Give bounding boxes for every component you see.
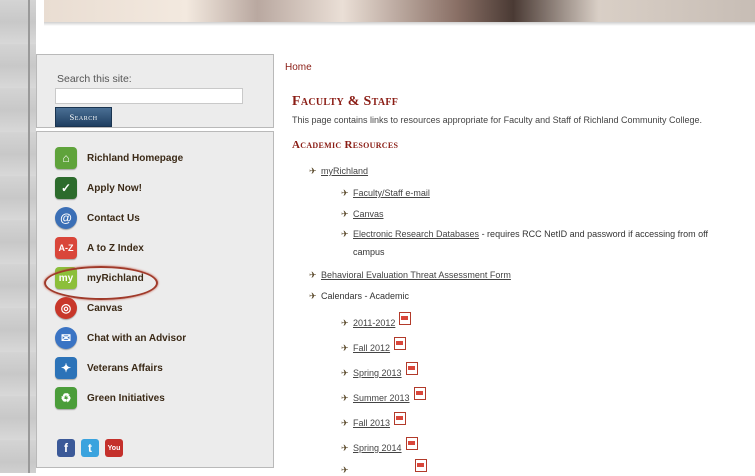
sidebar-item-richland-homepage[interactable]: ⌂ Richland Homepage (55, 146, 183, 170)
search-button[interactable]: Search (55, 107, 112, 127)
sidebar-item-green-initiatives[interactable]: ♻ Green Initiatives (55, 386, 165, 410)
link-calendar-summer-2013[interactable]: Summer 2013 (353, 393, 410, 403)
search-input[interactable] (55, 88, 243, 104)
list-item-partial: ✈ (341, 459, 427, 476)
bullet-icon: ✈ (341, 465, 349, 475)
bullet-icon: ✈ (309, 291, 317, 301)
list-item-canvas: ✈ Canvas (341, 209, 384, 220)
sidebar-item-label: Richland Homepage (87, 152, 184, 164)
bullet-icon: ✈ (341, 229, 349, 239)
banner-shadow (44, 22, 755, 26)
home-icon: ⌂ (55, 147, 77, 169)
bullet-icon: ✈ (341, 343, 349, 353)
at-sign-icon: @ (55, 207, 77, 229)
link-calendar-fall-2013[interactable]: Fall 2013 (353, 418, 390, 428)
link-myrichland[interactable]: myRichland (321, 166, 368, 176)
bullet-icon: ✈ (341, 188, 349, 198)
link-electronic-research-databases[interactable]: Electronic Research Databases (353, 229, 479, 239)
facebook-icon[interactable]: f (57, 439, 75, 457)
link-calendar-2011-2012[interactable]: 2011-2012 (353, 318, 395, 328)
sidebar-item-label: Apply Now! (87, 182, 142, 194)
social-links: f t You (57, 439, 123, 457)
bullet-icon: ✈ (341, 418, 349, 428)
pdf-icon (394, 337, 407, 350)
databases-note: - requires RCC NetID and password if acc… (479, 229, 708, 239)
link-calendar-spring-2014[interactable]: Spring 2014 (353, 443, 402, 453)
recycle-icon: ♻ (55, 387, 77, 409)
decorative-left-strip (0, 0, 36, 473)
list-item-calendar-fall-2013: ✈ Fall 2013 (341, 412, 407, 429)
link-canvas[interactable]: Canvas (353, 209, 384, 219)
databases-note-continued: campus (353, 247, 385, 257)
sidebar-item-contact-us[interactable]: @ Contact Us (55, 206, 140, 230)
pdf-icon (405, 437, 418, 450)
list-item-calendar-2011-2012: ✈ 2011-2012 (341, 312, 412, 329)
bullet-icon: ✈ (341, 443, 349, 453)
header-banner-image (44, 0, 755, 22)
list-item-databases: ✈ Electronic Research Databases - requir… (341, 229, 708, 240)
sidebar-item-label: A to Z Index (87, 242, 144, 254)
page-title: Faculty & Staff (292, 94, 399, 109)
pdf-icon (405, 362, 418, 375)
sidebar-item-chat-with-an-advisor[interactable]: ✉ Chat with an Advisor (55, 326, 186, 350)
ribbon-icon: ✦ (55, 357, 77, 379)
list-item-calendar-fall-2012: ✈ Fall 2012 (341, 337, 407, 354)
calendars-label: Calendars - Academic (321, 291, 410, 301)
bullet-icon: ✈ (341, 209, 349, 219)
search-panel: Search this site: Search (36, 54, 274, 128)
chat-icon: ✉ (55, 327, 77, 349)
breadcrumb-home-link[interactable]: Home (285, 62, 312, 73)
page-description: This page contains links to resources ap… (292, 115, 703, 125)
bullet-icon: ✈ (341, 318, 349, 328)
list-item-myrichland: ✈ myRichland (309, 166, 368, 177)
link-calendar-spring-2013[interactable]: Spring 2013 (353, 368, 402, 378)
list-item-email: ✈ Faculty/Staff e-mail (341, 188, 430, 199)
bullet-icon: ✈ (309, 270, 317, 280)
bullet-icon: ✈ (341, 393, 349, 403)
sidebar-item-label: Green Initiatives (87, 392, 165, 404)
list-item-calendar-spring-2014: ✈ Spring 2014 (341, 437, 418, 454)
section-heading-academic-resources: Academic Resources (292, 139, 399, 151)
search-label: Search this site: (57, 73, 132, 85)
link-threat-assessment-form[interactable]: Behavioral Evaluation Threat Assessment … (321, 270, 511, 280)
az-index-icon: A-Z (55, 237, 77, 259)
canvas-icon: ◎ (55, 297, 77, 319)
twitter-icon[interactable]: t (81, 439, 99, 457)
sidebar-item-veterans-affairs[interactable]: ✦ Veterans Affairs (55, 356, 163, 380)
link-faculty-staff-email[interactable]: Faculty/Staff e-mail (353, 188, 430, 198)
pdf-icon (413, 387, 426, 400)
bullet-icon: ✈ (341, 368, 349, 378)
sidebar-item-a-to-z-index[interactable]: A-Z A to Z Index (55, 236, 144, 260)
sidebar-item-label: Chat with an Advisor (87, 332, 187, 344)
pdf-icon (415, 459, 427, 472)
list-item-calendars: ✈ Calendars - Academic (309, 291, 409, 302)
pdf-icon (394, 412, 407, 425)
highlight-annotation-ring (44, 266, 158, 300)
link-calendar-fall-2012[interactable]: Fall 2012 (353, 343, 390, 353)
bullet-icon: ✈ (309, 166, 317, 176)
checkmark-icon: ✓ (55, 177, 77, 199)
quick-links-panel: ⌂ Richland Homepage ✓ Apply Now! @ Conta… (36, 131, 274, 468)
list-item-calendar-summer-2013: ✈ Summer 2013 (341, 387, 426, 404)
list-item-calendar-spring-2013: ✈ Spring 2013 (341, 362, 418, 379)
list-item-databases-note-continued: campus (353, 247, 385, 257)
sidebar-item-label: Canvas (87, 302, 123, 314)
sidebar-item-label: Veterans Affairs (87, 362, 163, 374)
list-item-threat-form: ✈ Behavioral Evaluation Threat Assessmen… (309, 270, 511, 281)
youtube-icon[interactable]: You (105, 439, 123, 457)
sidebar-item-apply-now[interactable]: ✓ Apply Now! (55, 176, 142, 200)
pdf-icon (399, 312, 412, 325)
sidebar-item-label: Contact Us (87, 212, 140, 224)
